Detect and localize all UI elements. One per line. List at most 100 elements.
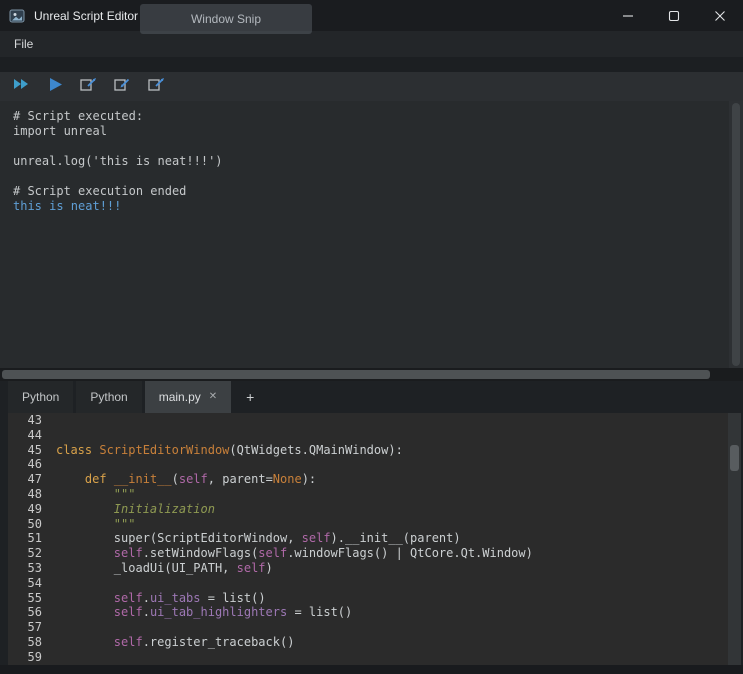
line-number: 55 xyxy=(8,591,54,606)
menubar-spacer xyxy=(0,57,743,72)
code-line: self.ui_tab_highlighters = list() xyxy=(54,605,728,620)
output-console-panel: # Script executed:import unreal unreal.lo… xyxy=(0,101,743,368)
tab-main-py-2[interactable]: main.py ✕ xyxy=(145,381,231,413)
window-snip-overlay: Window Snip xyxy=(140,4,312,34)
menu-file[interactable]: File xyxy=(14,37,33,51)
add-tab-button[interactable]: + xyxy=(234,381,266,413)
editor-line: 51 super(ScriptEditorWindow, self).__ini… xyxy=(8,531,728,546)
load-arrow-icon xyxy=(114,76,132,97)
execute-all-button[interactable] xyxy=(8,75,34,99)
code-line xyxy=(54,576,728,591)
console-line: # Script executed: xyxy=(13,109,729,124)
console-line: import unreal xyxy=(13,124,729,139)
line-number: 56 xyxy=(8,605,54,620)
save-script-button[interactable] xyxy=(76,75,102,99)
code-line: """ xyxy=(54,487,728,502)
editor-line: 53 _loadUi(UI_PATH, self) xyxy=(8,561,728,576)
line-number: 58 xyxy=(8,635,54,650)
line-number: 53 xyxy=(8,561,54,576)
tab-label: Python xyxy=(90,390,127,404)
save-as-arrow-icon xyxy=(148,76,166,97)
line-number: 50 xyxy=(8,517,54,532)
editor-region: 434445class ScriptEditorWindow(QtWidgets… xyxy=(0,413,743,665)
save-arrow-icon xyxy=(80,76,98,97)
console-horizontal-scrollbar[interactable] xyxy=(0,368,743,381)
load-script-button[interactable] xyxy=(110,75,136,99)
editor-line: 57 xyxy=(8,620,728,635)
line-number: 45 xyxy=(8,443,54,458)
code-line: self.register_traceback() xyxy=(54,635,728,650)
line-number: 47 xyxy=(8,472,54,487)
execute-button[interactable] xyxy=(42,75,68,99)
editor-line: 59 xyxy=(8,650,728,665)
line-number: 59 xyxy=(8,650,54,665)
code-line: class ScriptEditorWindow(QtWidgets.QMain… xyxy=(54,443,728,458)
code-line: """ xyxy=(54,517,728,532)
line-number: 51 xyxy=(8,531,54,546)
code-line: super(ScriptEditorWindow, self).__init__… xyxy=(54,531,728,546)
code-line: def __init__(self, parent=None): xyxy=(54,472,728,487)
tab-python-1[interactable]: Python xyxy=(76,381,141,413)
console-scrollbar-thumb[interactable] xyxy=(732,103,740,366)
line-number: 57 xyxy=(8,620,54,635)
code-editor[interactable]: 434445class ScriptEditorWindow(QtWidgets… xyxy=(8,413,728,665)
window-controls xyxy=(605,0,743,31)
toolbar xyxy=(0,72,743,101)
maximize-button[interactable] xyxy=(651,0,697,31)
code-line: self.setWindowFlags(self.windowFlags() |… xyxy=(54,546,728,561)
line-number: 54 xyxy=(8,576,54,591)
line-number: 46 xyxy=(8,457,54,472)
code-line xyxy=(54,428,728,443)
horizontal-scrollbar-thumb[interactable] xyxy=(2,370,710,379)
console-vertical-scrollbar[interactable] xyxy=(729,101,743,368)
editor-line: 50 """ xyxy=(8,517,728,532)
double-play-icon xyxy=(12,77,30,96)
editor-line: 46 xyxy=(8,457,728,472)
window-title: Unreal Script Editor xyxy=(34,9,138,23)
editor-scrollbar-thumb[interactable] xyxy=(730,445,739,471)
bottom-strip xyxy=(0,665,743,674)
editor-line: 44 xyxy=(8,428,728,443)
console-line: this is neat!!! xyxy=(13,199,729,214)
editor-line: 58 self.register_traceback() xyxy=(8,635,728,650)
editor-vertical-scrollbar[interactable] xyxy=(728,413,741,665)
editor-left-margin xyxy=(0,413,8,665)
app-icon xyxy=(9,8,25,24)
tab-label: + xyxy=(246,389,254,405)
save-as-button[interactable] xyxy=(144,75,170,99)
code-line xyxy=(54,413,728,428)
tab-close-icon[interactable]: ✕ xyxy=(209,392,217,402)
editor-line: 49 Initialization xyxy=(8,502,728,517)
console-line xyxy=(13,139,729,154)
console-line xyxy=(13,169,729,184)
editor-line: 55 self.ui_tabs = list() xyxy=(8,591,728,606)
line-number: 44 xyxy=(8,428,54,443)
editor-line: 43 xyxy=(8,413,728,428)
code-line xyxy=(54,650,728,665)
console-line: unreal.log('this is neat!!!') xyxy=(13,154,729,169)
editor-line: 56 self.ui_tab_highlighters = list() xyxy=(8,605,728,620)
play-icon xyxy=(47,77,63,97)
tab-label: main.py xyxy=(159,390,201,404)
code-line: self.ui_tabs = list() xyxy=(54,591,728,606)
tab-python-0[interactable]: Python xyxy=(8,381,73,413)
line-number: 43 xyxy=(8,413,54,428)
app-window: Unreal Script Editor Window Snip File xyxy=(0,0,743,674)
code-line: _loadUi(UI_PATH, self) xyxy=(54,561,728,576)
tab-label: Python xyxy=(22,390,59,404)
close-button[interactable] xyxy=(697,0,743,31)
console-line: # Script execution ended xyxy=(13,184,729,199)
editor-line: 54 xyxy=(8,576,728,591)
minimize-button[interactable] xyxy=(605,0,651,31)
code-line xyxy=(54,457,728,472)
editor-line: 48 """ xyxy=(8,487,728,502)
menubar: File xyxy=(0,31,743,57)
line-number: 48 xyxy=(8,487,54,502)
line-number: 52 xyxy=(8,546,54,561)
line-number: 49 xyxy=(8,502,54,517)
code-line: Initialization xyxy=(54,502,728,517)
editor-line: 52 self.setWindowFlags(self.windowFlags(… xyxy=(8,546,728,561)
console-output[interactable]: # Script executed:import unreal unreal.lo… xyxy=(0,101,729,368)
titlebar: Unreal Script Editor Window Snip xyxy=(0,0,743,31)
editor-line: 47 def __init__(self, parent=None): xyxy=(8,472,728,487)
